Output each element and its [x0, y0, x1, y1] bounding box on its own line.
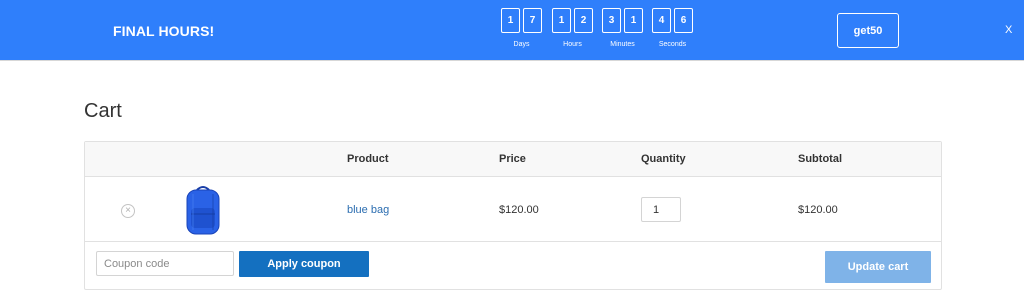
apply-coupon-button[interactable]: Apply coupon: [239, 251, 369, 277]
item-subtotal: $120.00: [798, 204, 838, 216]
countdown-label: Seconds: [658, 41, 687, 48]
countdown-digit: 7: [523, 8, 542, 33]
close-banner-button[interactable]: X: [1005, 24, 1012, 36]
countdown-digit: 1: [552, 8, 571, 33]
countdown-digit: 3: [602, 8, 621, 33]
countdown-digit: 6: [674, 8, 693, 33]
column-header-subtotal: Subtotal: [798, 153, 842, 165]
column-header-price: Price: [499, 153, 526, 165]
countdown-label: Minutes: [610, 41, 635, 48]
coupon-code-input[interactable]: [96, 251, 234, 276]
countdown-minutes: 3 1 Minutes: [602, 8, 643, 48]
page-title: Cart: [84, 100, 122, 122]
column-header-product: Product: [347, 153, 389, 165]
column-header-quantity: Quantity: [641, 153, 686, 165]
countdown-digit: 4: [652, 8, 671, 33]
countdown-label: Days: [513, 41, 530, 48]
remove-item-button[interactable]: ×: [121, 204, 135, 218]
countdown-seconds: 4 6 Seconds: [652, 8, 693, 48]
countdown-digit: 1: [501, 8, 520, 33]
countdown-digit: 2: [574, 8, 593, 33]
cart-table: Product Price Quantity Subtotal × blue b…: [84, 141, 942, 290]
countdown-label: Hours: [563, 41, 582, 48]
quantity-input[interactable]: [641, 197, 681, 222]
blue-backpack-image[interactable]: [181, 184, 225, 236]
countdown-digit: 1: [624, 8, 643, 33]
item-price: $120.00: [499, 204, 539, 216]
product-link[interactable]: blue bag: [347, 204, 389, 216]
banner-title: FINAL HOURS!: [113, 23, 215, 39]
countdown-hours: 1 2 Hours: [552, 8, 593, 48]
promo-code-button[interactable]: get50: [837, 13, 899, 48]
update-cart-button[interactable]: Update cart: [825, 251, 931, 283]
cart-item-row: × blue bag $120.00 $120.00: [85, 177, 941, 242]
countdown-days: 1 7 Days: [501, 8, 542, 48]
promo-banner: FINAL HOURS! 1 7 Days 1 2 Hours 3 1 Minu…: [0, 0, 1024, 61]
cart-table-header: Product Price Quantity Subtotal: [85, 142, 941, 177]
